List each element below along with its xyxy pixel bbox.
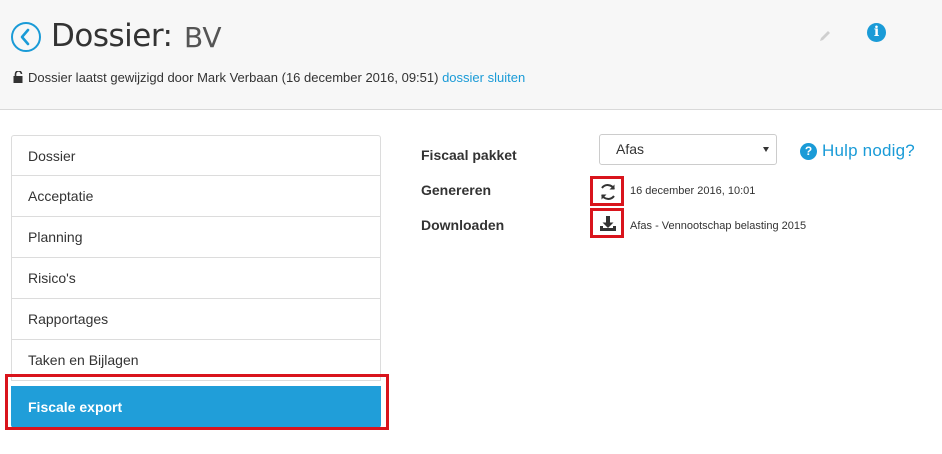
page-header: Dossier: BV i Dossier laatst gewijzigd d… xyxy=(0,0,942,110)
caret-down-icon xyxy=(763,147,769,152)
package-select-value: Afas xyxy=(616,141,645,157)
back-arrow-icon[interactable] xyxy=(11,22,41,52)
menu-item-acceptatie[interactable]: Acceptatie xyxy=(11,176,381,217)
info-icon[interactable]: i xyxy=(867,23,886,42)
lock-open-icon xyxy=(13,70,24,86)
menu-item-dossier[interactable]: Dossier xyxy=(11,135,381,176)
download-button[interactable] xyxy=(590,208,624,238)
generate-button[interactable] xyxy=(590,176,624,206)
close-dossier-link[interactable]: dossier sluiten xyxy=(442,70,525,85)
download-label: Downloaden xyxy=(421,217,505,233)
package-label: Fiscaal pakket xyxy=(421,147,517,163)
page-title-name: BV xyxy=(184,21,222,54)
menu-item-rapportages[interactable]: Rapportages xyxy=(11,299,381,340)
download-filename[interactable]: Afas - Vennootschap belasting 2015 xyxy=(630,220,806,232)
package-select[interactable]: Afas xyxy=(599,134,777,165)
menu-item-risicos[interactable]: Risico's xyxy=(11,258,381,299)
generate-timestamp: 16 december 2016, 10:01 xyxy=(630,185,756,197)
page-title-prefix: Dossier: xyxy=(51,18,173,54)
download-icon xyxy=(600,216,616,231)
highlight-box xyxy=(5,374,389,430)
modified-status: Dossier laatst gewijzigd door Mark Verba… xyxy=(13,70,525,86)
menu-item-planning[interactable]: Planning xyxy=(11,217,381,258)
refresh-icon xyxy=(601,184,615,200)
help-icon: ? xyxy=(800,143,817,160)
pencil-icon[interactable] xyxy=(818,29,832,48)
generate-label: Genereren xyxy=(421,182,492,198)
status-text: Dossier laatst gewijzigd door Mark Verba… xyxy=(28,70,439,85)
help-label: Hulp nodig? xyxy=(822,141,915,160)
help-link[interactable]: ? Hulp nodig? xyxy=(800,141,915,161)
